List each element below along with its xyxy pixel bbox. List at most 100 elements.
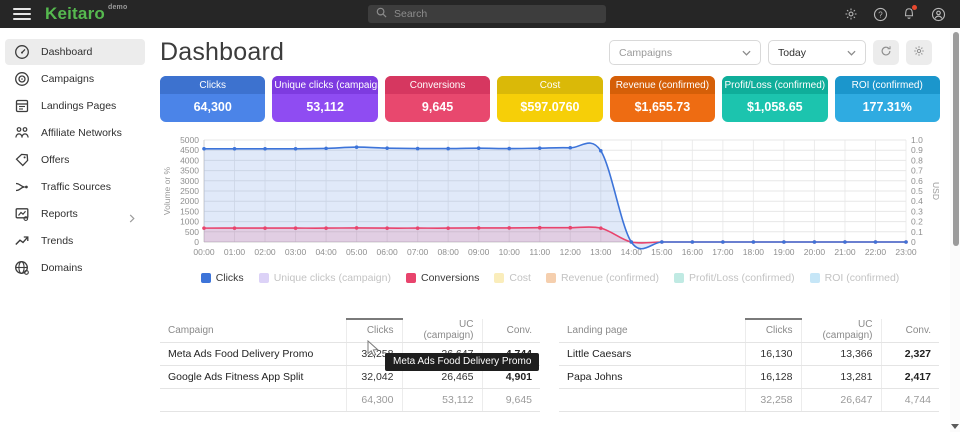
- column-header-uc-campaign-[interactable]: UC (campaign): [402, 319, 482, 342]
- notification-dot: [912, 5, 917, 10]
- stat-cards: Clicks64,300Unique clicks (campaign)53,1…: [160, 76, 940, 122]
- legend-item-profit/loss[interactable]: Profit/Loss (confirmed): [674, 272, 795, 284]
- row-name-cell[interactable]: Google Ads Fitness App Split: [160, 365, 346, 388]
- legend-label: Clicks: [216, 272, 244, 284]
- campaigns-filter-select[interactable]: Campaigns: [609, 40, 761, 65]
- totals-label-cell: [160, 388, 346, 411]
- sidebar-item-label: Affiliate Networks: [41, 127, 122, 139]
- legend-item-roi[interactable]: ROI (confirmed): [810, 272, 900, 284]
- stat-card-roi: ROI (confirmed)177.31%: [835, 76, 940, 122]
- stat-card-value: 9,645: [385, 94, 490, 122]
- sidebar-item-label: Trends: [41, 235, 73, 247]
- sidebar-item-traffic-sources[interactable]: Traffic Sources: [5, 174, 145, 200]
- people-icon: [14, 125, 30, 141]
- row-value-cell: 16,128: [745, 365, 801, 388]
- gear-icon[interactable]: [843, 6, 859, 22]
- totals-row: 32,25826,6474,744: [559, 388, 939, 411]
- trend-icon: [14, 233, 30, 249]
- table-row[interactable]: Little Caesars16,13013,3662,327: [559, 342, 939, 365]
- sidebar-item-reports[interactable]: Reports: [5, 201, 145, 227]
- sidebar-item-dashboard[interactable]: Dashboard: [5, 39, 145, 65]
- brand-logo[interactable]: Keitarodemo: [45, 4, 127, 24]
- stat-card-label: ROI (confirmed): [835, 76, 940, 94]
- stat-card-value: 64,300: [160, 94, 265, 122]
- sidebar: Dashboard Campaigns Landings Pages Affiliat…: [0, 28, 150, 432]
- stat-card-label: Clicks: [160, 76, 265, 94]
- totals-value-cell: 32,258: [745, 388, 801, 411]
- sidebar-item-offers[interactable]: Offers: [5, 147, 145, 173]
- svg-text:0.2: 0.2: [911, 217, 923, 227]
- legend-item-cost[interactable]: Cost: [494, 272, 531, 284]
- scroll-down-arrow[interactable]: [951, 424, 959, 429]
- legend-label: ROI (confirmed): [825, 272, 900, 284]
- stat-card-profit/loss: Profit/Loss (confirmed)$1,058.65: [722, 76, 827, 122]
- svg-text:?: ?: [878, 10, 883, 19]
- column-header-conv-[interactable]: Conv.: [881, 319, 939, 342]
- refresh-button[interactable]: [873, 40, 899, 65]
- svg-text:3500: 3500: [180, 166, 199, 176]
- sidebar-item-domains[interactable]: Domains: [5, 255, 145, 281]
- svg-text:01:00: 01:00: [224, 247, 246, 257]
- account-icon[interactable]: [930, 6, 946, 22]
- branch-icon: [14, 179, 30, 195]
- search-input[interactable]: [394, 8, 574, 20]
- svg-text:20:00: 20:00: [804, 247, 826, 257]
- global-search[interactable]: [368, 5, 606, 23]
- svg-text:1.0: 1.0: [911, 135, 923, 145]
- column-header-landing-page[interactable]: Landing page: [559, 319, 745, 342]
- sidebar-item-affiliate-networks[interactable]: Affiliate Networks: [5, 120, 145, 146]
- row-name-cell[interactable]: Papa Johns: [559, 365, 745, 388]
- help-icon[interactable]: ?: [872, 6, 888, 22]
- svg-text:0.9: 0.9: [911, 145, 923, 155]
- main-header: Dashboard Campaigns Today: [160, 38, 932, 67]
- table-row[interactable]: Papa Johns16,12813,2812,417: [559, 365, 939, 388]
- stat-card-value: $1,655.73: [610, 94, 715, 122]
- row-name-cell[interactable]: Meta Ads Food Delivery Promo: [160, 342, 346, 365]
- target-icon: [14, 71, 30, 87]
- totals-value-cell: 26,647: [801, 388, 881, 411]
- menu-toggle-icon[interactable]: [13, 8, 31, 20]
- sidebar-item-landings-pages[interactable]: Landings Pages: [5, 93, 145, 119]
- column-header-campaign[interactable]: Campaign: [160, 319, 346, 342]
- stat-card-conversions: Conversions9,645: [385, 76, 490, 122]
- topbar-icons: ?: [843, 0, 946, 28]
- column-header-conv-[interactable]: Conv.: [482, 319, 540, 342]
- landings-table: Landing pageClicksUC (campaign)Conv.Litt…: [559, 318, 939, 412]
- column-header-uc-campaign-[interactable]: UC (campaign): [801, 319, 881, 342]
- sidebar-item-label: Campaigns: [41, 73, 94, 85]
- legend-item-unique[interactable]: Unique clicks (campaign): [259, 272, 391, 284]
- sidebar-item-trends[interactable]: Trends: [5, 228, 145, 254]
- brand-suffix: demo: [108, 4, 127, 11]
- stat-card-label: Unique clicks (campaign): [272, 76, 377, 94]
- table-header-row: CampaignClicksUC (campaign)Conv.: [160, 319, 540, 342]
- row-name-cell[interactable]: Little Caesars: [559, 342, 745, 365]
- sidebar-item-label: Traffic Sources: [41, 181, 111, 193]
- scrollbar-track: [950, 28, 960, 432]
- legend-item-clicks[interactable]: Clicks: [201, 272, 244, 284]
- svg-text:02:00: 02:00: [254, 247, 276, 257]
- bell-icon[interactable]: [901, 6, 917, 22]
- report-icon: [14, 206, 30, 222]
- scrollbar-thumb[interactable]: [953, 32, 959, 246]
- legend-item-conversions[interactable]: Conversions: [406, 272, 479, 284]
- summary-tables: CampaignClicksUC (campaign)Conv.Meta Ads…: [160, 318, 940, 412]
- keitaro-dashboard-page: Keitarodemo ? DashboardCampaignsLandings: [0, 0, 960, 432]
- row-value-cell: 16,130: [745, 342, 801, 365]
- table-header-row: Landing pageClicksUC (campaign)Conv.: [559, 319, 939, 342]
- legend-swatch: [494, 273, 504, 283]
- svg-text:1500: 1500: [180, 206, 199, 216]
- totals-label-cell: [559, 388, 745, 411]
- stat-card-unique: Unique clicks (campaign)53,112: [272, 76, 377, 122]
- svg-text:11:00: 11:00: [529, 247, 550, 257]
- svg-text:15:00: 15:00: [651, 247, 673, 257]
- legend-label: Cost: [509, 272, 531, 284]
- column-header-clicks[interactable]: Clicks: [745, 319, 801, 342]
- column-header-clicks[interactable]: Clicks: [346, 319, 402, 342]
- date-range-select[interactable]: Today: [768, 40, 866, 65]
- stat-card-label: Profit/Loss (confirmed): [722, 76, 827, 94]
- dashboard-settings-button[interactable]: [906, 40, 932, 65]
- svg-text:0.3: 0.3: [911, 206, 923, 216]
- legend-item-revenue[interactable]: Revenue (confirmed): [546, 272, 659, 284]
- sidebar-item-campaigns[interactable]: Campaigns: [5, 66, 145, 92]
- main-content: Dashboard Campaigns Today Clicks64,300Un: [150, 28, 950, 432]
